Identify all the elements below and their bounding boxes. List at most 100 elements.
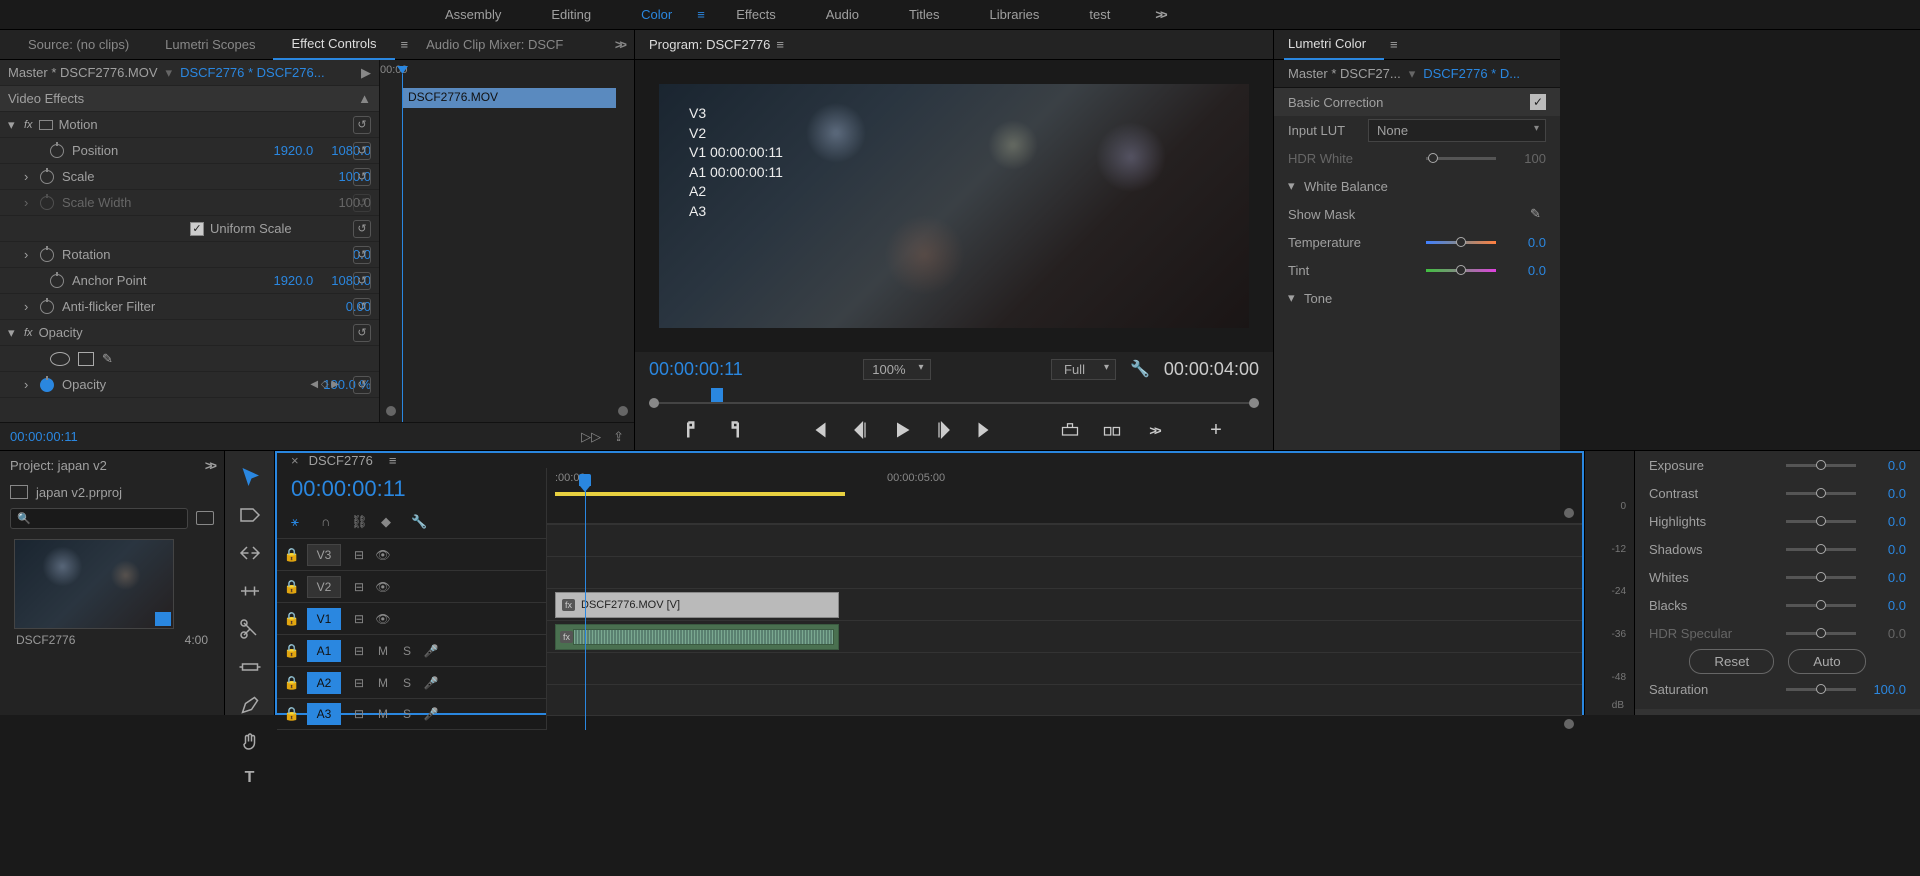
timeline-timecode[interactable]: 00:00:00:11 bbox=[277, 468, 546, 510]
stopwatch-icon[interactable] bbox=[40, 170, 54, 184]
mute-button[interactable]: M bbox=[371, 644, 395, 658]
ec-motion-row[interactable]: ▾ fx Motion ↺ bbox=[0, 112, 379, 138]
ec-scroll-right[interactable] bbox=[618, 406, 628, 416]
scrubber-playhead[interactable] bbox=[711, 388, 723, 402]
stopwatch-icon[interactable] bbox=[50, 144, 64, 158]
lumetri-seq-clip[interactable]: DSCF2776 * D... bbox=[1423, 66, 1520, 81]
tab-effect-controls[interactable]: Effect Controls bbox=[273, 30, 394, 60]
play-button[interactable] bbox=[892, 420, 912, 440]
uniform-scale-checkbox[interactable]: ✓ bbox=[190, 222, 204, 236]
scrubber-end[interactable] bbox=[1249, 398, 1259, 408]
track-content-a3[interactable] bbox=[547, 684, 1582, 716]
twisty-icon[interactable]: › bbox=[24, 247, 36, 262]
program-current-timecode[interactable]: 00:00:00:11 bbox=[649, 359, 743, 380]
workspace-editing[interactable]: Editing bbox=[526, 7, 616, 22]
sync-lock-icon[interactable]: ⊟ bbox=[347, 580, 371, 594]
whites-slider[interactable] bbox=[1786, 576, 1856, 579]
highlights-slider[interactable] bbox=[1786, 520, 1856, 523]
reset-button[interactable]: Reset bbox=[1689, 649, 1774, 674]
track-content-v2[interactable] bbox=[547, 556, 1582, 588]
blacks-slider[interactable] bbox=[1786, 604, 1856, 607]
transport-more-icon[interactable]: >> bbox=[1144, 420, 1164, 440]
highlights-value[interactable]: 0.0 bbox=[1866, 514, 1906, 529]
scrubber-start[interactable] bbox=[649, 398, 659, 408]
basic-correction-header[interactable]: Basic Correction ✓ bbox=[1274, 88, 1560, 116]
magnet-icon[interactable]: ∩ bbox=[321, 514, 337, 530]
project-title[interactable]: Project: japan v2 bbox=[10, 458, 107, 473]
ec-master-label[interactable]: Master * DSCF2776.MOV bbox=[8, 65, 158, 80]
timeline-sequence-name[interactable]: DSCF2776 bbox=[309, 453, 373, 468]
reset-antiflicker-button[interactable]: ↺ bbox=[353, 298, 371, 316]
project-search-input[interactable]: 🔍 bbox=[10, 508, 188, 529]
timeline-ruler[interactable]: :00:00 00:00:05:00 bbox=[547, 468, 1582, 524]
contrast-value[interactable]: 0.0 bbox=[1866, 486, 1906, 501]
tab-lumetri-scopes[interactable]: Lumetri Scopes bbox=[147, 30, 273, 60]
reset-opacity-button[interactable]: ↺ bbox=[353, 324, 371, 342]
input-lut-dropdown[interactable]: None bbox=[1368, 119, 1546, 142]
pen-mask-icon[interactable]: ✎ bbox=[102, 351, 113, 367]
track-label-a3[interactable]: A3 bbox=[307, 703, 341, 725]
ec-playhead[interactable] bbox=[402, 74, 403, 422]
lock-a1-icon[interactable]: 🔒 bbox=[277, 643, 307, 659]
tabs-overflow-icon[interactable]: >> bbox=[615, 37, 624, 52]
video-clip[interactable]: fx DSCF2776.MOV [V] bbox=[555, 592, 839, 618]
exposure-value[interactable]: 0.0 bbox=[1866, 458, 1906, 473]
tl-scroll-bottom[interactable] bbox=[1564, 719, 1574, 729]
rate-stretch-tool-icon[interactable] bbox=[238, 579, 262, 603]
snap-icon[interactable]: ⚹ bbox=[291, 514, 307, 530]
workspace-effects[interactable]: Effects bbox=[711, 7, 801, 22]
tint-slider[interactable] bbox=[1426, 269, 1496, 272]
settings-wrench-icon[interactable]: 🔧 bbox=[1130, 359, 1150, 379]
program-viewer[interactable]: V3 V2 V1 00:00:00:11 A1 00:00:00:11 A2 A… bbox=[635, 60, 1273, 352]
tone-header[interactable]: ▾Tone bbox=[1274, 284, 1560, 312]
white-balance-header[interactable]: ▾White Balance bbox=[1274, 172, 1560, 200]
ec-play-icon[interactable]: ▶ bbox=[361, 65, 371, 81]
solo-button[interactable]: S bbox=[395, 644, 419, 658]
ec-video-effects-header[interactable]: Video Effects ▲ bbox=[0, 86, 379, 112]
solo-button[interactable]: S bbox=[395, 676, 419, 690]
audio-clip[interactable]: fx bbox=[555, 624, 839, 650]
toggle-output-icon[interactable]: 👁 bbox=[371, 612, 395, 626]
contrast-slider[interactable] bbox=[1786, 492, 1856, 495]
shadows-slider[interactable] bbox=[1786, 548, 1856, 551]
add-button-icon[interactable]: + bbox=[1206, 420, 1226, 440]
twisty-icon[interactable]: › bbox=[24, 299, 36, 314]
timeline-close-icon[interactable]: × bbox=[291, 453, 299, 468]
mute-button[interactable]: M bbox=[371, 707, 395, 721]
temperature-slider[interactable] bbox=[1426, 241, 1496, 244]
ec-timecode[interactable]: 00:00:00:11 bbox=[10, 429, 78, 444]
settings-icon[interactable]: 🔧 bbox=[411, 514, 427, 530]
workspace-menu-icon[interactable]: ≡ bbox=[697, 8, 711, 22]
razor-tool-icon[interactable] bbox=[238, 617, 262, 641]
project-overflow-icon[interactable]: >> bbox=[205, 458, 214, 473]
ec-export-icon[interactable]: ⇪ bbox=[613, 429, 624, 445]
mark-in-button[interactable] bbox=[682, 420, 702, 440]
ec-sequence-link[interactable]: DSCF2776 * DSCF276... bbox=[180, 65, 325, 80]
reset-scale-button[interactable]: ↺ bbox=[353, 168, 371, 186]
marker-icon[interactable]: ◆ bbox=[381, 514, 397, 530]
lumetri-menu-icon[interactable]: ≡ bbox=[1390, 37, 1398, 52]
shadows-value[interactable]: 0.0 bbox=[1866, 542, 1906, 557]
go-to-out-button[interactable] bbox=[976, 420, 996, 440]
ellipse-mask-icon[interactable] bbox=[50, 352, 70, 366]
basic-correction-checkbox[interactable]: ✓ bbox=[1530, 94, 1546, 110]
saturation-slider[interactable] bbox=[1786, 688, 1856, 691]
track-content-a1[interactable]: fx bbox=[547, 620, 1582, 652]
position-x-value[interactable]: 1920.0 bbox=[273, 143, 313, 158]
saturation-value[interactable]: 100.0 bbox=[1866, 682, 1906, 697]
tl-scroll-top[interactable] bbox=[1564, 508, 1574, 518]
clip-thumbnail[interactable] bbox=[14, 539, 174, 629]
stopwatch-active-icon[interactable] bbox=[40, 378, 54, 392]
ec-loop-icon[interactable]: ▷▷ bbox=[581, 429, 601, 445]
extract-button[interactable] bbox=[1102, 420, 1122, 440]
selection-tool-icon[interactable] bbox=[238, 465, 262, 489]
blacks-value[interactable]: 0.0 bbox=[1866, 598, 1906, 613]
stopwatch-icon[interactable] bbox=[40, 300, 54, 314]
hand-tool-icon[interactable] bbox=[238, 731, 262, 755]
workspace-libraries[interactable]: Libraries bbox=[965, 7, 1065, 22]
lock-a2-icon[interactable]: 🔒 bbox=[277, 675, 307, 691]
reset-motion-button[interactable]: ↺ bbox=[353, 116, 371, 134]
new-bin-icon[interactable] bbox=[196, 511, 214, 525]
sync-lock-icon[interactable]: ⊟ bbox=[347, 676, 371, 690]
track-content-v3[interactable] bbox=[547, 524, 1582, 556]
